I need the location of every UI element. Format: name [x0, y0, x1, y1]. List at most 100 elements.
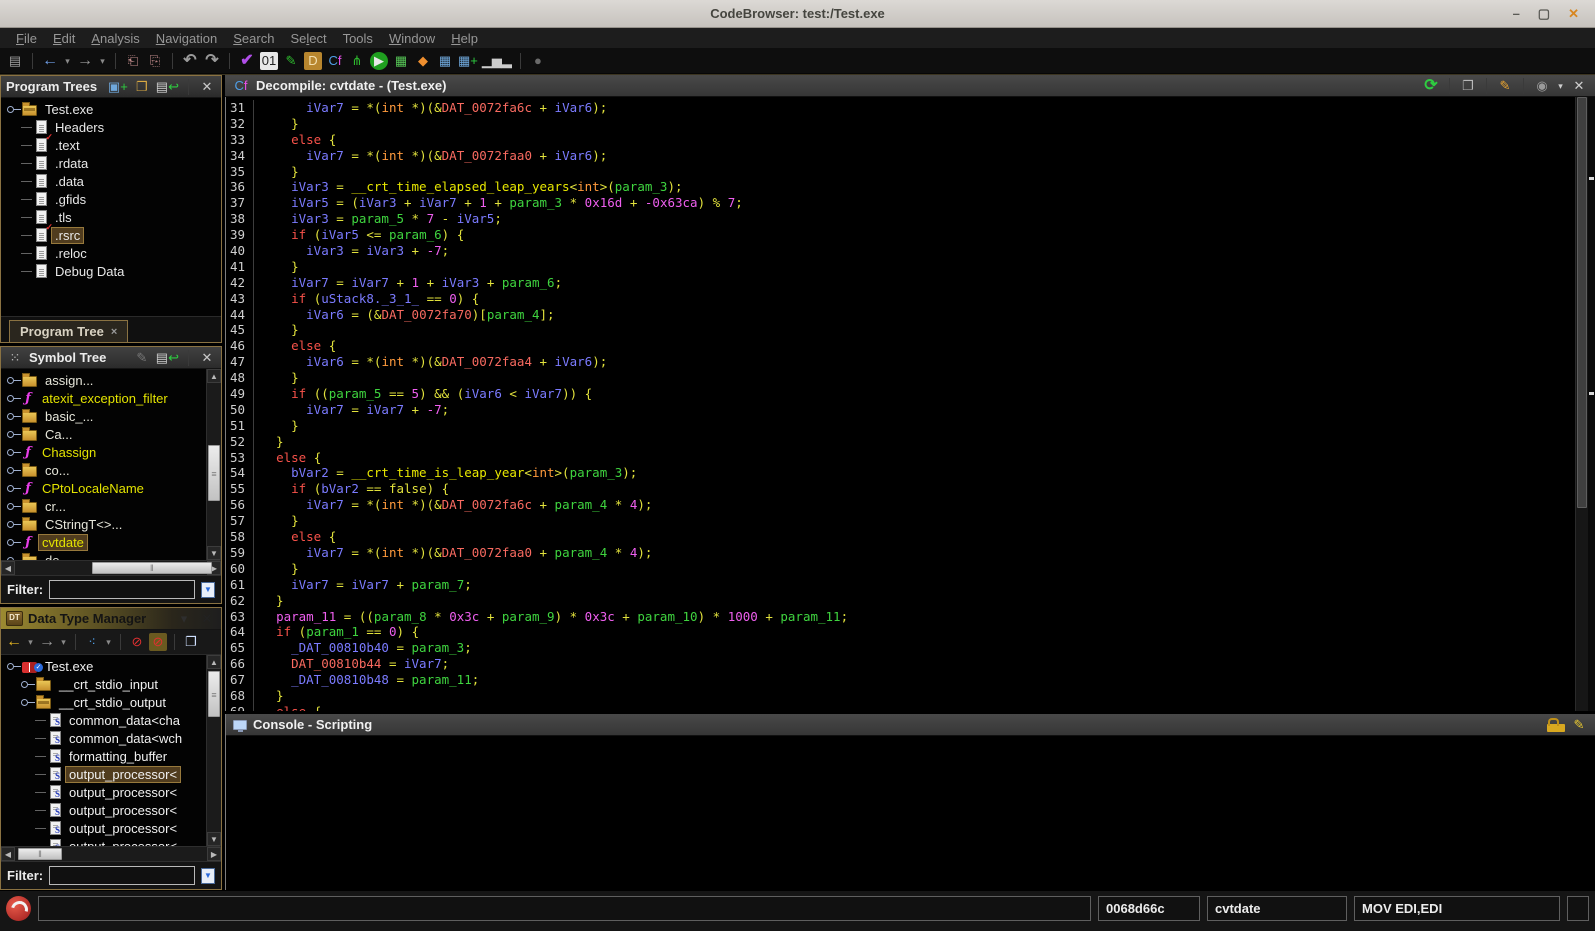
- scroll-down-icon[interactable]: ▼: [207, 832, 221, 846]
- binary-editor-icon[interactable]: 01: [260, 51, 278, 70]
- tree-item-output-processor[interactable]: output_processor<: [1, 783, 206, 801]
- tree-item-output-processor[interactable]: output_processor<: [1, 765, 206, 783]
- code-line-57[interactable]: 57 }: [226, 513, 1575, 530]
- tree-item-atexit-exception-filter[interactable]: ƒ atexit_exception_filter: [1, 389, 206, 407]
- code-line-37[interactable]: 37 iVar5 = (iVar3 + iVar7 + 1 + param_3 …: [226, 195, 1575, 212]
- scrollbar-track[interactable]: ‖: [15, 561, 212, 575]
- open-folder-icon[interactable]: ❐: [133, 78, 151, 96]
- tree-item-output-processor[interactable]: output_processor<: [1, 837, 206, 846]
- scrollbar-thumb[interactable]: ‖: [91, 562, 212, 574]
- tree-item-cvtdate[interactable]: ƒ cvtdate: [1, 533, 206, 551]
- edit-icon[interactable]: ✎: [1570, 716, 1588, 734]
- new-tree-icon[interactable]: ▣ +: [108, 78, 128, 96]
- dtm-horizontal-scrollbar[interactable]: ◀ ‖ ▶: [1, 846, 221, 861]
- tree-item-crt-stdio-output[interactable]: __crt_stdio_output: [1, 693, 206, 711]
- code-line-33[interactable]: 33 else {: [226, 131, 1575, 148]
- code-line-49[interactable]: 49 if ((param_5 == 5) && (iVar6 < iVar7)…: [226, 386, 1575, 402]
- redo-icon[interactable]: ↷: [203, 52, 221, 70]
- tree-item-reloc[interactable]: .reloc: [1, 244, 221, 262]
- validate-icon[interactable]: ✔: [238, 52, 256, 70]
- program-tree-tab[interactable]: Program Tree ×: [9, 320, 129, 342]
- tree-item-test-exe[interactable]: Test.exe: [1, 100, 221, 118]
- code-line-52[interactable]: 52 }: [226, 433, 1575, 450]
- code-line-62[interactable]: 62 }: [226, 592, 1575, 609]
- filter-pointers-off-icon[interactable]: ⊘: [149, 633, 167, 651]
- tree-item-de[interactable]: de...: [1, 551, 206, 560]
- menu-select[interactable]: Select: [282, 30, 334, 47]
- expand-toggle-icon[interactable]: [7, 502, 21, 510]
- console-output[interactable]: [226, 736, 1595, 890]
- reload-tree-icon[interactable]: ▤ ↩: [156, 349, 179, 367]
- copy-icon[interactable]: ❐: [1459, 77, 1477, 95]
- code-line-53[interactable]: 53 else {: [226, 449, 1575, 466]
- minimize-button[interactable]: –: [1513, 6, 1520, 22]
- tree-item-ca[interactable]: Ca...: [1, 425, 206, 443]
- code-line-64[interactable]: 64 if (param_1 == 0) {: [226, 624, 1575, 641]
- code-line-48[interactable]: 48 }: [226, 370, 1575, 387]
- snapshot-icon[interactable]: ◉: [1533, 77, 1551, 95]
- tree-item-cptolocalename[interactable]: ƒ CPtoLocaleName: [1, 479, 206, 497]
- filter-options-icon[interactable]: [201, 581, 215, 598]
- expand-toggle-icon[interactable]: [7, 430, 21, 438]
- tree-item-formatting-buffer[interactable]: formatting_buffer: [1, 747, 206, 765]
- dtm-vertical-scrollbar[interactable]: ▲ ≡ ▼: [206, 655, 221, 846]
- run-icon[interactable]: ▶: [370, 51, 388, 70]
- code-line-60[interactable]: 60 }: [226, 560, 1575, 577]
- next-arrow-icon[interactable]: →: [38, 633, 56, 651]
- save-icon[interactable]: ▤: [6, 52, 24, 70]
- notepad-icon[interactable]: ✎: [282, 52, 300, 70]
- panel-menu-icon[interactable]: ▾: [175, 610, 193, 628]
- code-line-59[interactable]: 59 iVar7 = *(int *)(&DAT_0072faa0 + para…: [226, 544, 1575, 561]
- expand-toggle-icon[interactable]: [21, 680, 35, 688]
- code-line-34[interactable]: 34 iVar7 = *(int *)(&DAT_0072faa0 + iVar…: [226, 147, 1575, 164]
- tree-item-common-data-cha[interactable]: common_data<cha: [1, 711, 206, 729]
- code-line-51[interactable]: 51 }: [226, 417, 1575, 434]
- previous-dropdown-icon[interactable]: ▾: [26, 633, 35, 651]
- expand-toggle-icon[interactable]: [7, 105, 21, 113]
- tab-close-icon[interactable]: ×: [111, 326, 117, 338]
- edit-icon[interactable]: ✎: [1496, 77, 1514, 95]
- overview-mark[interactable]: [1589, 391, 1594, 395]
- code-line-44[interactable]: 44 iVar6 = (&DAT_0072fa70)[param_4];: [226, 306, 1575, 323]
- close-icon[interactable]: ✕: [198, 610, 216, 628]
- scrollbar-thumb[interactable]: [1577, 97, 1587, 509]
- memory-out-icon[interactable]: ⎗: [124, 52, 142, 70]
- scroll-up-icon[interactable]: ▲: [207, 369, 221, 383]
- symbol-tree-vertical-scrollbar[interactable]: ▲ ≡ ▼: [206, 369, 221, 560]
- code-line-46[interactable]: 46 else {: [226, 338, 1575, 355]
- hierarchy-dropdown-icon[interactable]: ▾: [104, 633, 113, 651]
- code-line-45[interactable]: 45 }: [226, 322, 1575, 339]
- data-folder-icon[interactable]: D: [304, 51, 322, 70]
- close-button[interactable]: ✕: [1568, 6, 1579, 22]
- tree-item-text[interactable]: ✓ .text: [1, 132, 221, 154]
- hierarchy-icon[interactable]: ⁖: [83, 633, 101, 651]
- symbol-tree-horizontal-scrollbar[interactable]: ◀ ‖ ▶: [1, 560, 221, 575]
- scrollbar-thumb[interactable]: ≡: [208, 444, 220, 501]
- menu-file[interactable]: File: [8, 30, 45, 47]
- symbol-filter-input[interactable]: [49, 580, 195, 599]
- table-icon[interactable]: ▦: [436, 52, 454, 70]
- preview-window-icon[interactable]: ❐: [182, 633, 200, 651]
- code-line-66[interactable]: 66 DAT_00810b44 = iVar7;: [226, 656, 1575, 673]
- close-icon[interactable]: ✕: [198, 78, 216, 96]
- refresh-icon[interactable]: ⟳: [1422, 77, 1440, 95]
- lock-icon[interactable]: [1547, 717, 1565, 732]
- overview-margin[interactable]: [1588, 97, 1595, 711]
- filter-options-icon[interactable]: [201, 867, 215, 884]
- diamond-icon[interactable]: ◆: [414, 52, 432, 70]
- code-line-35[interactable]: 35 }: [226, 163, 1575, 180]
- code-line-58[interactable]: 58 else {: [226, 529, 1575, 545]
- tree-item-tls[interactable]: .tls: [1, 208, 221, 226]
- close-icon[interactable]: ✕: [198, 349, 216, 367]
- tree-item-co[interactable]: co...: [1, 461, 206, 479]
- forward-dropdown-icon[interactable]: ▾: [98, 52, 107, 70]
- back-dropdown-icon[interactable]: ▾: [63, 52, 72, 70]
- code-line-56[interactable]: 56 iVar7 = *(int *)(&DAT_0072fa6c + para…: [226, 497, 1575, 514]
- overview-mark[interactable]: [1589, 176, 1594, 180]
- scrollbar-track[interactable]: ≡: [207, 383, 221, 546]
- tree-item-data[interactable]: .data: [1, 172, 221, 190]
- tree-item-output-processor[interactable]: output_processor<: [1, 819, 206, 837]
- expand-toggle-icon[interactable]: [21, 698, 35, 706]
- clear-flow-icon[interactable]: Cf: [326, 52, 344, 70]
- reload-tree-icon[interactable]: ▤ ↩: [156, 78, 179, 96]
